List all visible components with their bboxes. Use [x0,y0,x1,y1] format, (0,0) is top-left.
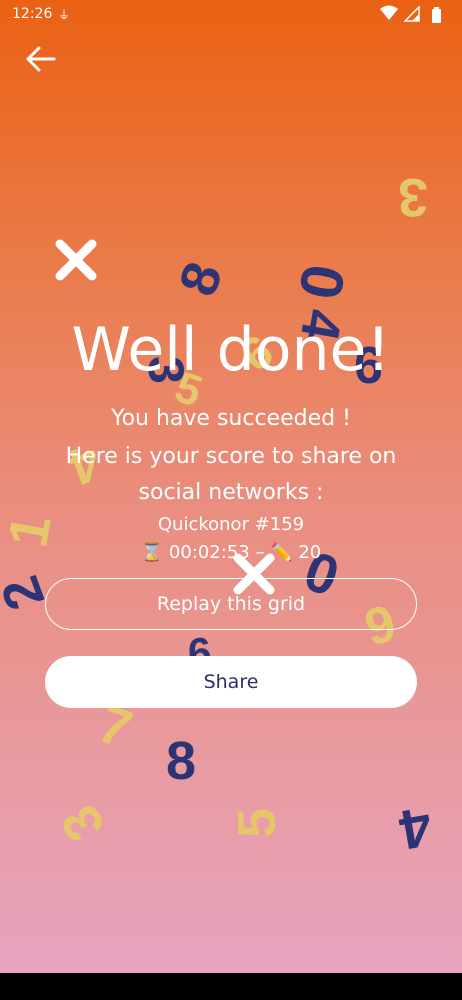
signal-icon [404,6,420,22]
success-message: You have succeeded ! [111,406,351,431]
elapsed-time: 00:02:53 [168,542,250,563]
navigation-bar [0,973,462,1000]
puzzle-id: Quickonor #159 [157,514,305,535]
page-title: Well done! [71,315,391,385]
share-prompt-line-1: Here is your score to share on [65,444,397,469]
pencil-icon: ✏️ [270,542,293,563]
confetti-digit: 5 [227,807,288,839]
confetti-digit: 0 [286,259,359,305]
back-button[interactable] [24,42,58,76]
confetti-digit: 4 [394,794,437,863]
cross-icon [55,239,97,281]
confetti-digit: 8 [167,254,235,304]
usb-icon: ⏚ [58,8,71,22]
share-prompt-line-2: social networks : [138,480,324,505]
hourglass-icon: ⌛ [140,542,164,563]
edit-count: 20 [298,542,322,563]
wifi-icon [380,5,398,20]
score-separator: – [255,542,265,563]
status-bar: 12:26 ⏚ [0,0,462,30]
confetti-digit: 3 [49,794,117,852]
share-button[interactable]: Share [45,656,417,708]
battery-icon [432,7,441,23]
status-time: 12:26 [12,6,53,22]
arrow-left-icon [26,46,56,72]
score-summary: ⌛ 00:02:53 – ✏️ 20 [0,542,462,563]
replay-button[interactable]: Replay this grid [45,578,417,630]
confetti-digit: 3 [398,167,429,227]
confetti-digit: 8 [166,731,197,791]
